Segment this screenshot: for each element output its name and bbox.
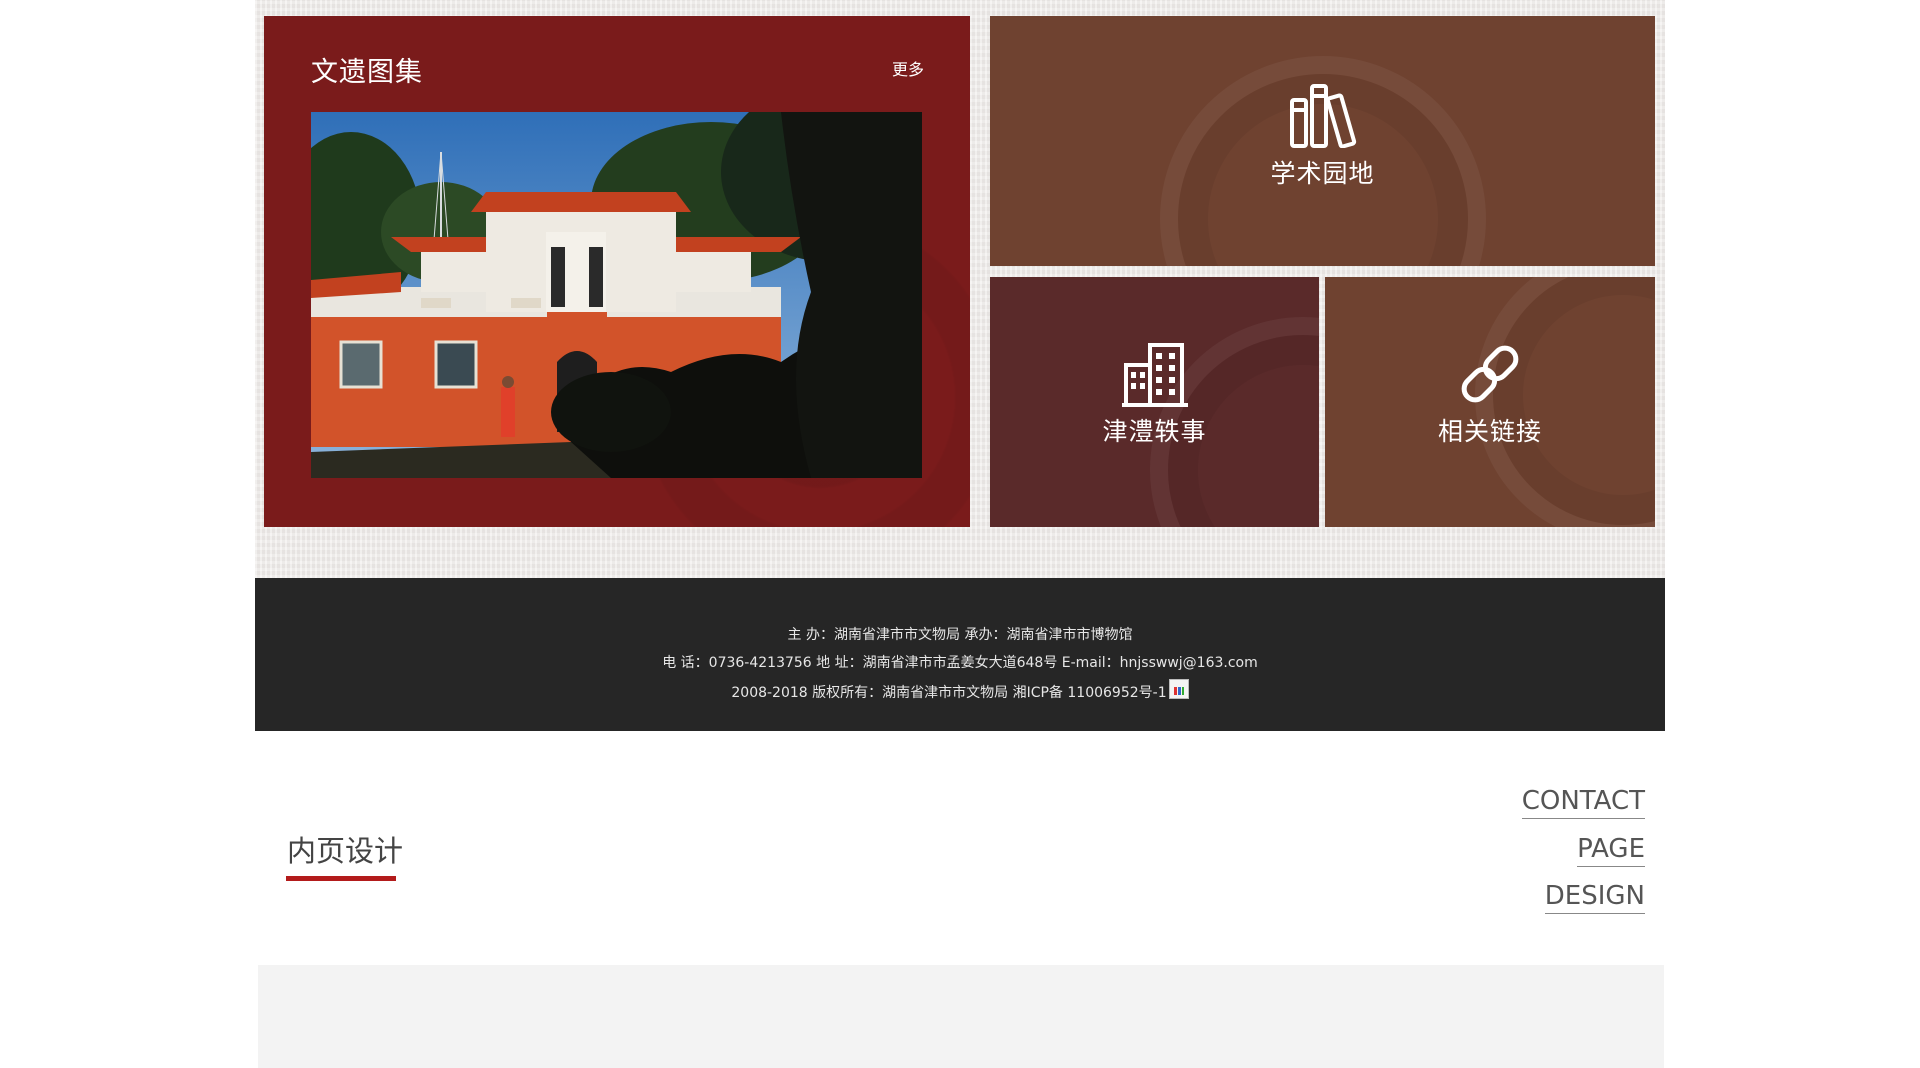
gallery-more-link[interactable]: 更多 <box>892 56 924 80</box>
design-word-design: DESIGN <box>1544 881 1645 914</box>
link-icon <box>1454 339 1526 413</box>
temple-photo-illustration <box>311 112 922 478</box>
gallery-panel: 文遗图集 更多 <box>264 16 970 527</box>
design-word-page: PAGE <box>1577 834 1645 867</box>
bottom-gray-panel <box>258 965 1664 1068</box>
tile-links[interactable]: 相关链接 <box>1325 277 1655 527</box>
gallery-title: 文遗图集 <box>311 57 423 88</box>
footer-copyright-row: 2008-2018 版权所有：湖南省津市市文物局 湘ICP备 11006952号… <box>255 679 1665 702</box>
tile-academic[interactable]: 学术园地 <box>990 16 1655 266</box>
gallery-photo[interactable] <box>311 112 922 478</box>
tile-anecdotes-label: 津澧轶事 <box>1102 417 1207 446</box>
books-icon <box>1288 82 1358 152</box>
footer-organizer: 主 办：湖南省津市市文物局 承办：湖南省津市市博物馆 <box>787 627 1133 643</box>
icp-stats-icon[interactable] <box>1168 679 1189 699</box>
tile-academic-label: 学术园地 <box>1270 159 1375 188</box>
footer-contact: 电 话：0736-4213756 地 址：湖南省津市市孟姜女大道648号 E-m… <box>662 655 1258 671</box>
design-word-contact: CONTACT <box>1521 786 1645 819</box>
site-footer: 主 办：湖南省津市市文物局 承办：湖南省津市市博物馆 电 话：0736-4213… <box>255 578 1665 731</box>
design-section-heading: 内页设计 <box>287 834 404 868</box>
tile-anecdotes[interactable]: 津澧轶事 <box>990 277 1319 527</box>
design-heading-underline <box>286 876 396 881</box>
tile-links-label: 相关链接 <box>1437 417 1542 446</box>
footer-copyright: 2008-2018 版权所有：湖南省津市市文物局 湘ICP备 11006952号… <box>731 685 1167 701</box>
building-icon <box>1120 339 1190 413</box>
